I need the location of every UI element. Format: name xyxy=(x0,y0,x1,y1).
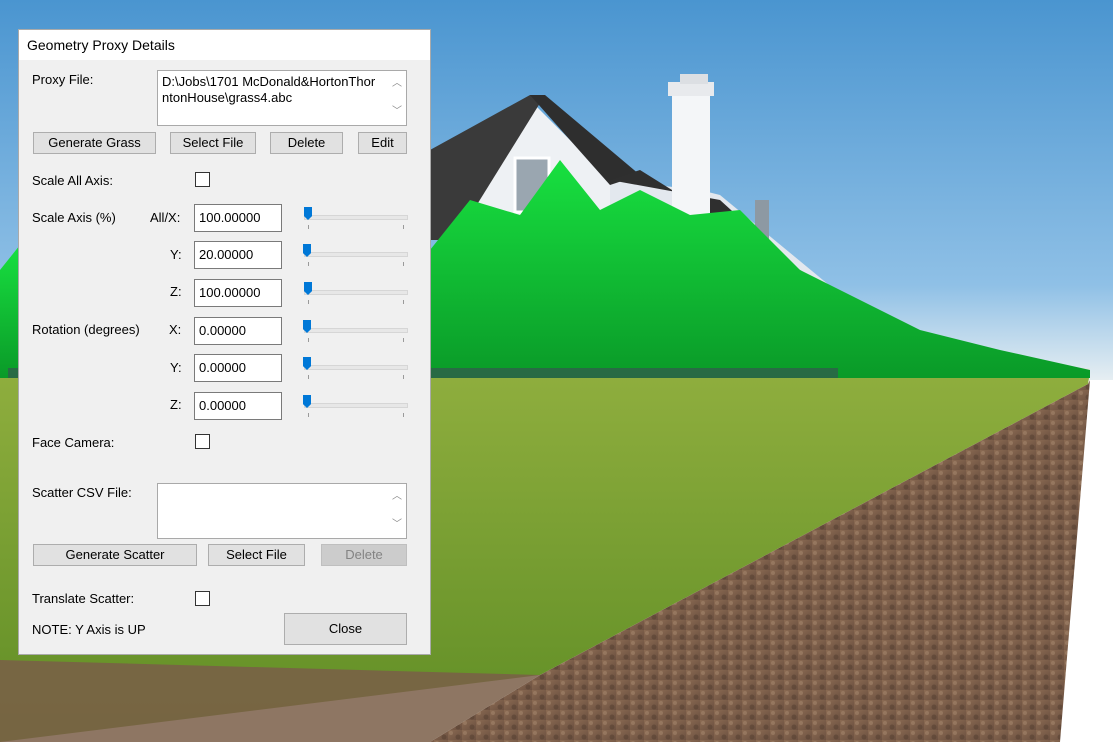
slider-tick xyxy=(308,262,309,266)
slider-tick xyxy=(403,225,404,229)
slider-track xyxy=(304,328,408,333)
rotation-z-input[interactable]: 0.00000 xyxy=(194,392,282,420)
select-file-button[interactable]: Select File xyxy=(170,132,256,154)
scroll-down-icon[interactable]: ﹀ xyxy=(391,107,403,117)
slider-tick xyxy=(308,300,309,304)
scale-z-slider[interactable] xyxy=(302,281,408,305)
rotation-x-axis-label: X: xyxy=(169,322,182,337)
face-camera-checkbox[interactable] xyxy=(195,434,210,449)
scatter-csv-scrollbar[interactable]: ︿ ﹀ xyxy=(387,484,406,538)
rotation-y-slider[interactable] xyxy=(302,356,408,380)
proxy-file-textbox[interactable]: D:\Jobs\1701 McDonald&HortonThorntonHous… xyxy=(157,70,407,126)
scale-z-input[interactable]: 100.00000 xyxy=(194,279,282,307)
rotation-z-slider[interactable] xyxy=(302,394,408,418)
scale-all-axis-checkbox[interactable] xyxy=(195,172,210,187)
slider-track xyxy=(304,365,408,370)
rotation-label: Rotation (degrees) xyxy=(32,322,140,337)
scale-x-axis-label: All/X: xyxy=(150,210,181,225)
face-camera-label: Face Camera: xyxy=(32,435,115,450)
scale-y-slider[interactable] xyxy=(302,243,408,267)
slider-tick xyxy=(308,338,309,342)
slider-track xyxy=(304,290,408,295)
slider-tick xyxy=(403,375,404,379)
delete-button[interactable]: Delete xyxy=(270,132,343,154)
scale-all-axis-label: Scale All Axis: xyxy=(32,173,113,188)
dialog-title[interactable]: Geometry Proxy Details xyxy=(19,30,430,60)
rotation-x-slider[interactable] xyxy=(302,319,408,343)
generate-scatter-button[interactable]: Generate Scatter xyxy=(33,544,197,566)
close-button[interactable]: Close xyxy=(284,613,407,645)
scroll-up-icon[interactable]: ︿ xyxy=(391,79,403,89)
slider-tick xyxy=(403,338,404,342)
scroll-down-icon[interactable]: ﹀ xyxy=(391,520,403,530)
slider-track xyxy=(304,215,408,220)
edit-button[interactable]: Edit xyxy=(358,132,407,154)
scale-x-input[interactable]: 100.00000 xyxy=(194,204,282,232)
slider-track xyxy=(304,403,408,408)
proxy-file-scrollbar[interactable]: ︿ ﹀ xyxy=(387,71,406,125)
scale-x-slider[interactable] xyxy=(302,206,408,230)
scatter-csv-textbox[interactable]: ︿ ﹀ xyxy=(157,483,407,539)
translate-scatter-label: Translate Scatter: xyxy=(32,591,135,606)
rotation-z-axis-label: Z: xyxy=(170,397,182,412)
slider-tick xyxy=(308,413,309,417)
scatter-delete-button[interactable]: Delete xyxy=(321,544,407,566)
slider-tick xyxy=(403,413,404,417)
scale-y-input[interactable]: 20.00000 xyxy=(194,241,282,269)
scale-y-axis-label: Y: xyxy=(170,247,182,262)
scatter-csv-label: Scatter CSV File: xyxy=(32,485,132,500)
slider-tick xyxy=(403,300,404,304)
slider-track xyxy=(304,252,408,257)
rotation-x-input[interactable]: 0.00000 xyxy=(194,317,282,345)
scatter-select-file-button[interactable]: Select File xyxy=(208,544,305,566)
scale-z-axis-label: Z: xyxy=(170,284,182,299)
scale-axis-label: Scale Axis (%) xyxy=(32,210,116,225)
generate-grass-button[interactable]: Generate Grass xyxy=(33,132,156,154)
geometry-proxy-dialog: Geometry Proxy Details Proxy File: D:\Jo… xyxy=(18,29,431,655)
y-axis-note: NOTE: Y Axis is UP xyxy=(32,622,146,637)
rotation-y-input[interactable]: 0.00000 xyxy=(194,354,282,382)
slider-tick xyxy=(308,375,309,379)
rotation-y-axis-label: Y: xyxy=(170,360,182,375)
slider-tick xyxy=(308,225,309,229)
translate-scatter-checkbox[interactable] xyxy=(195,591,210,606)
proxy-file-path: D:\Jobs\1701 McDonald&HortonThorntonHous… xyxy=(162,74,376,105)
slider-tick xyxy=(403,262,404,266)
scroll-up-icon[interactable]: ︿ xyxy=(391,492,403,502)
proxy-file-label: Proxy File: xyxy=(32,72,94,87)
